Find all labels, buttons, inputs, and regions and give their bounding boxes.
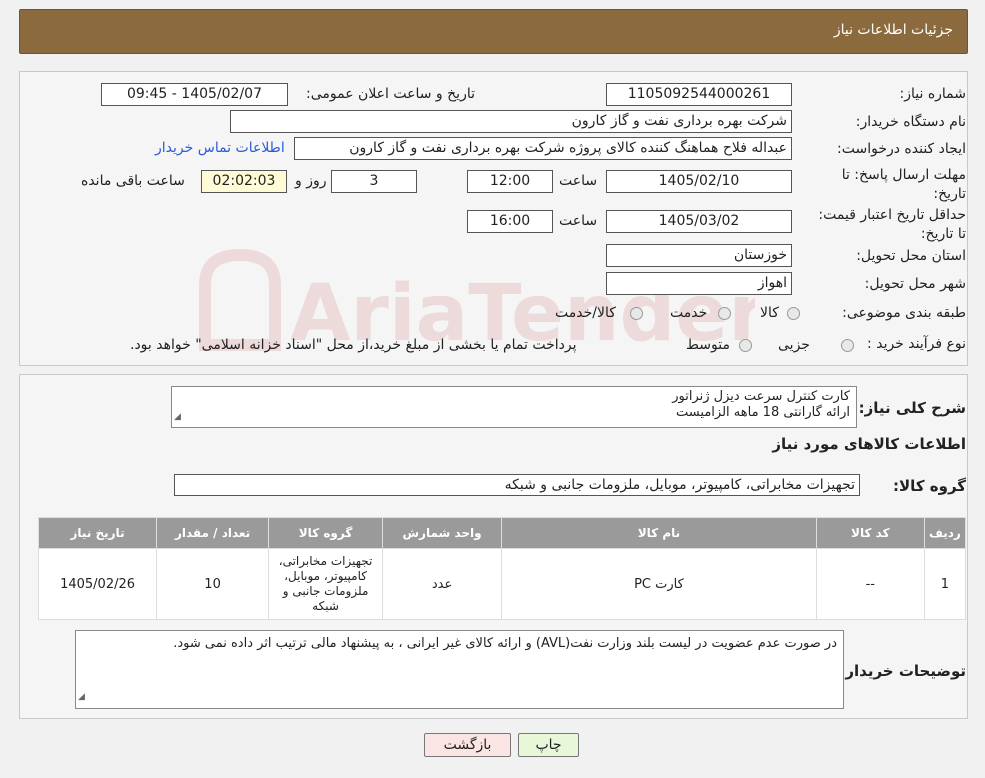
print-button[interactable]: چاپ [518, 733, 579, 757]
goods-table: ردیف کد کالا نام کالا واحد شمارش گروه کا… [38, 517, 966, 620]
cell-unit: عدد [383, 549, 502, 619]
category-radio-service[interactable] [718, 307, 731, 320]
process-note: پرداخت تمام یا بخشی از مبلغ خرید،از محل … [130, 337, 577, 353]
process-label: نوع فرآیند خرید : [867, 336, 966, 352]
days-remaining-field: 3 [331, 170, 417, 193]
buyer-label: نام دستگاه خریدار: [855, 114, 966, 130]
deadline-time-field: 12:00 [467, 170, 553, 193]
category-option-goods: کالا [760, 305, 779, 321]
process-radio-medium[interactable] [739, 339, 752, 352]
summary-line-2: ارائه گارانتی 18 ماهه الزامیست [676, 405, 850, 420]
cell-group: تجهیزات مخابراتی، کامپیوتر، موبایل، ملزو… [269, 549, 383, 619]
resize-handle-icon[interactable]: ◢ [78, 688, 85, 706]
process-option-medium: متوسط [686, 337, 730, 353]
page-header: جزئیات اطلاعات نیاز [19, 9, 968, 54]
back-button[interactable]: بازگشت [424, 733, 511, 757]
announce-label: تاریخ و ساعت اعلان عمومی: [306, 86, 475, 102]
validity-time-field: 16:00 [467, 210, 553, 233]
buyer-contact-link[interactable]: اطلاعات تماس خریدار [155, 140, 285, 156]
resize-handle-icon[interactable]: ◢ [174, 409, 181, 425]
process-option-minor: جزیی [778, 337, 810, 353]
page-title: جزئیات اطلاعات نیاز [833, 22, 953, 38]
category-option-service: خدمت [670, 305, 708, 321]
category-option-goods-service: کالا/خدمت [555, 305, 616, 321]
notes-text: در صورت عدم عضویت در لیست بلند وزارت نفت… [173, 636, 837, 651]
col-date: تاریخ نیاز [39, 518, 157, 548]
validity-date-field: 1405/03/02 [606, 210, 792, 233]
announce-field: 1405/02/07 - 09:45 [101, 83, 288, 106]
table-row: 1 -- کارت PC عدد تجهیزات مخابراتی، کامپی… [39, 549, 965, 619]
province-field: خوزستان [606, 244, 792, 267]
notes-textarea[interactable]: در صورت عدم عضویت در لیست بلند وزارت نفت… [75, 630, 844, 709]
category-label: طبقه بندی موضوعی: [842, 305, 966, 321]
col-group: گروه کالا [269, 518, 383, 548]
col-name: نام کالا [502, 518, 816, 548]
cell-quantity: 10 [157, 549, 269, 619]
province-label: استان محل تحویل: [856, 248, 966, 264]
summary-textarea[interactable]: کارت کنترل سرعت دیزل ژنراتور ارائه گاران… [171, 386, 857, 428]
creator-label: ایجاد کننده درخواست: [837, 141, 966, 157]
goods-section-title: اطلاعات کالاهای مورد نیاز [772, 435, 966, 453]
process-radio-minor[interactable] [841, 339, 854, 352]
col-code: کد کالا [816, 518, 924, 548]
goods-table-header: ردیف کد کالا نام کالا واحد شمارش گروه کا… [39, 518, 965, 548]
col-quantity: تعداد / مقدار [157, 518, 269, 548]
category-radio-goods-service[interactable] [630, 307, 643, 320]
days-label: روز و [295, 173, 327, 189]
city-label: شهر محل تحویل: [864, 276, 966, 292]
notes-label: توضیحات خریدار: [839, 662, 966, 680]
remaining-label: ساعت باقی مانده [81, 173, 185, 189]
goods-group-label: گروه کالا: [893, 477, 966, 495]
remaining-time-field: 02:02:03 [201, 170, 287, 193]
goods-group-field: تجهیزات مخابراتی، کامپیوتر، موبایل، ملزو… [174, 474, 860, 496]
category-radio-goods[interactable] [787, 307, 800, 320]
cell-date: 1405/02/26 [39, 549, 157, 619]
deadline-time-label: ساعت [559, 173, 598, 189]
validity-time-label: ساعت [559, 213, 598, 229]
city-field: اهواز [606, 272, 792, 295]
creator-field: عبداله فلاح هماهنگ کننده کالای پروژه شرک… [294, 137, 792, 160]
cell-row: 1 [924, 549, 965, 619]
cell-code: -- [816, 549, 924, 619]
summary-label: شرح کلی نیاز: [858, 399, 966, 417]
deadline-label: مهلت ارسال پاسخ: تا تاریخ: [841, 167, 966, 202]
summary-line-1: کارت کنترل سرعت دیزل ژنراتور [672, 389, 850, 404]
col-unit: واحد شمارش [383, 518, 502, 548]
need-number-label: شماره نیاز: [899, 86, 967, 102]
buyer-field: شرکت بهره برداری نفت و گاز کارون [230, 110, 792, 133]
need-number-field: 1105092544000261 [606, 83, 792, 106]
col-row: ردیف [924, 518, 965, 548]
validity-label: حداقل تاریخ اعتبار قیمت: تا تاریخ: [818, 207, 966, 242]
cell-name: کارت PC [502, 549, 816, 619]
deadline-date-field: 1405/02/10 [606, 170, 792, 193]
